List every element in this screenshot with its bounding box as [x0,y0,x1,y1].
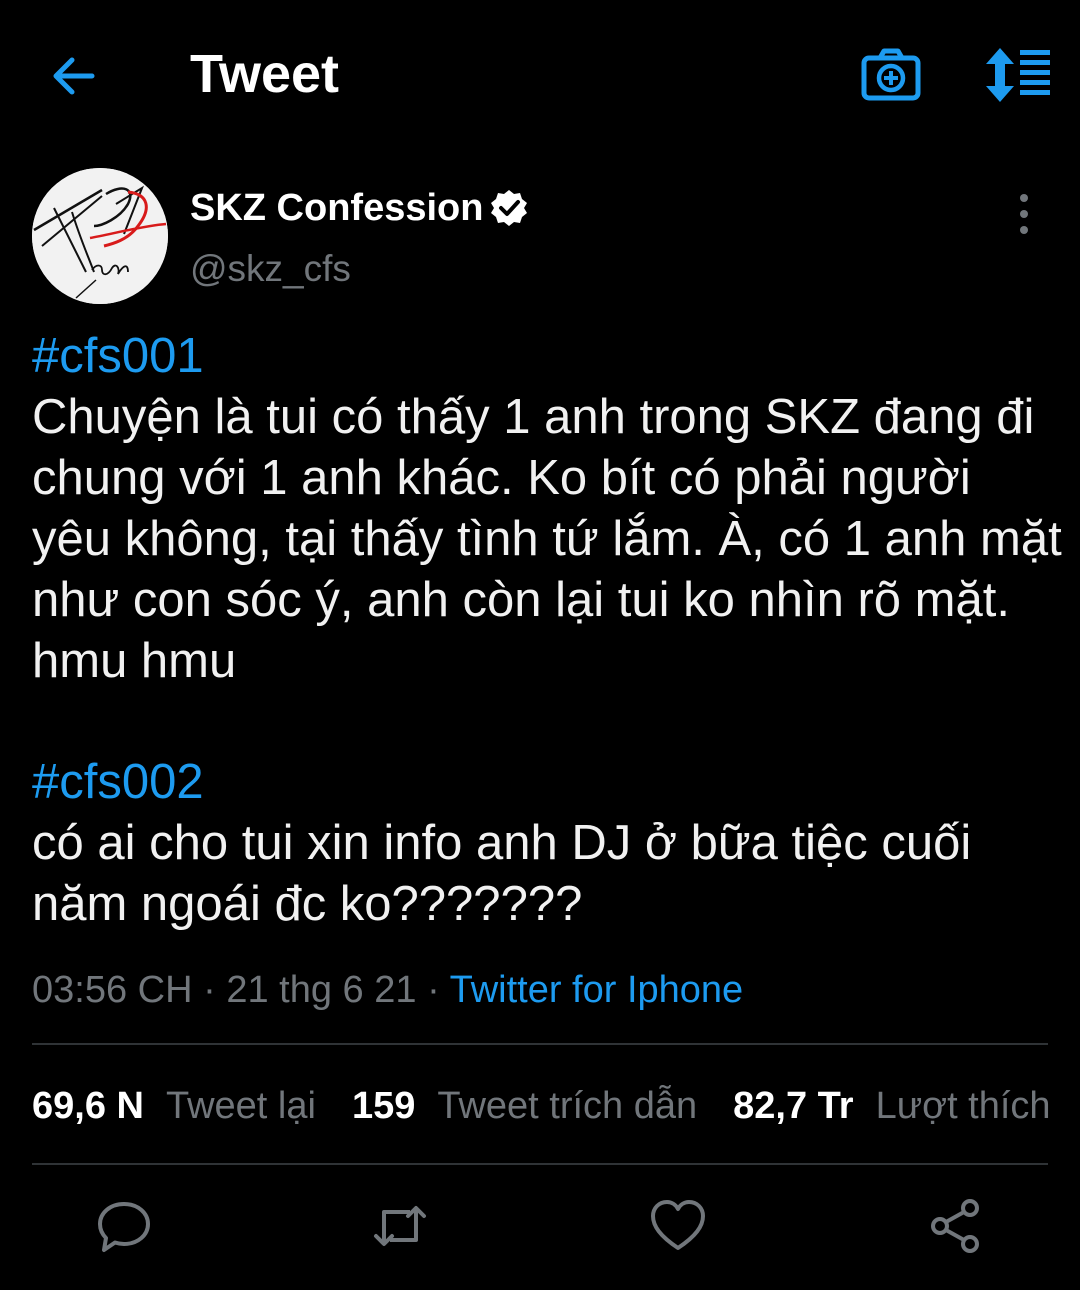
tweet-text: #cfs001 Chuyện là tui có thấy 1 anh tron… [32,326,1062,935]
quotes-stat[interactable]: 159 Tweet trích dẫn [352,1085,697,1128]
share-icon [931,1199,979,1253]
reply-icon [98,1202,150,1252]
like-button[interactable] [648,1196,708,1256]
top-app-bar: Tweet [0,0,1080,150]
tweet-paragraph: có ai cho tui xin info anh DJ ở bữa tiệc… [32,816,972,931]
reply-button[interactable] [94,1196,154,1256]
quotes-count: 159 [351,1084,416,1127]
tweet-date: 21 thg 6 21 [226,969,417,1011]
tweet-source-link[interactable]: Twitter for Iphone [450,969,744,1011]
hashtag-link[interactable]: #cfs002 [32,752,1062,813]
tweet-stats: 69,6 N Tweet lại 159 Tweet trích dẫn 82,… [32,1078,1080,1134]
retweets-label: Tweet lại [165,1084,316,1127]
likes-stat[interactable]: 82,7 Tr Lượt thích [733,1085,1050,1128]
divider [32,1163,1048,1165]
retweet-button[interactable] [370,1196,430,1256]
tweet-time: 03:56 CH [32,969,193,1011]
retweet-icon [374,1206,426,1246]
hashtag-link[interactable]: #cfs001 [32,326,1062,387]
meta-separator: · [427,969,440,1011]
share-button[interactable] [926,1196,986,1256]
more-options-button[interactable] [1006,192,1042,236]
camera-add-icon [861,48,921,101]
retweets-stat[interactable]: 69,6 N Tweet lại [32,1085,316,1128]
divider [32,1043,1048,1045]
back-button[interactable] [48,50,100,102]
author-handle[interactable]: @skz_cfs [190,248,351,290]
more-vertical-icon [1020,194,1028,234]
quotes-label: Tweet trích dẫn [437,1084,698,1127]
arrow-left-icon [53,57,95,95]
heart-icon [651,1200,705,1250]
sort-list-icon [986,48,1050,102]
page-title: Tweet [190,44,340,104]
verified-badge-icon [491,190,528,226]
likes-count: 82,7 Tr [733,1084,854,1127]
likes-label: Lượt thích [875,1084,1051,1127]
tweet-paragraph: Chuyện là tui có thấy 1 anh trong SKZ đa… [32,390,1062,688]
meta-separator: · [203,969,216,1011]
sort-button[interactable] [982,46,1052,104]
signature-logo [32,168,168,304]
author-name-row[interactable]: SKZ Confession [190,182,529,234]
avatar[interactable] [32,168,168,304]
author-name: SKZ Confession [190,186,484,229]
tweet-meta: 03:56 CH · 21 thg 6 21 · Twitter for Iph… [32,964,743,1016]
retweets-count: 69,6 N [32,1084,144,1127]
camera-button[interactable] [860,46,922,104]
